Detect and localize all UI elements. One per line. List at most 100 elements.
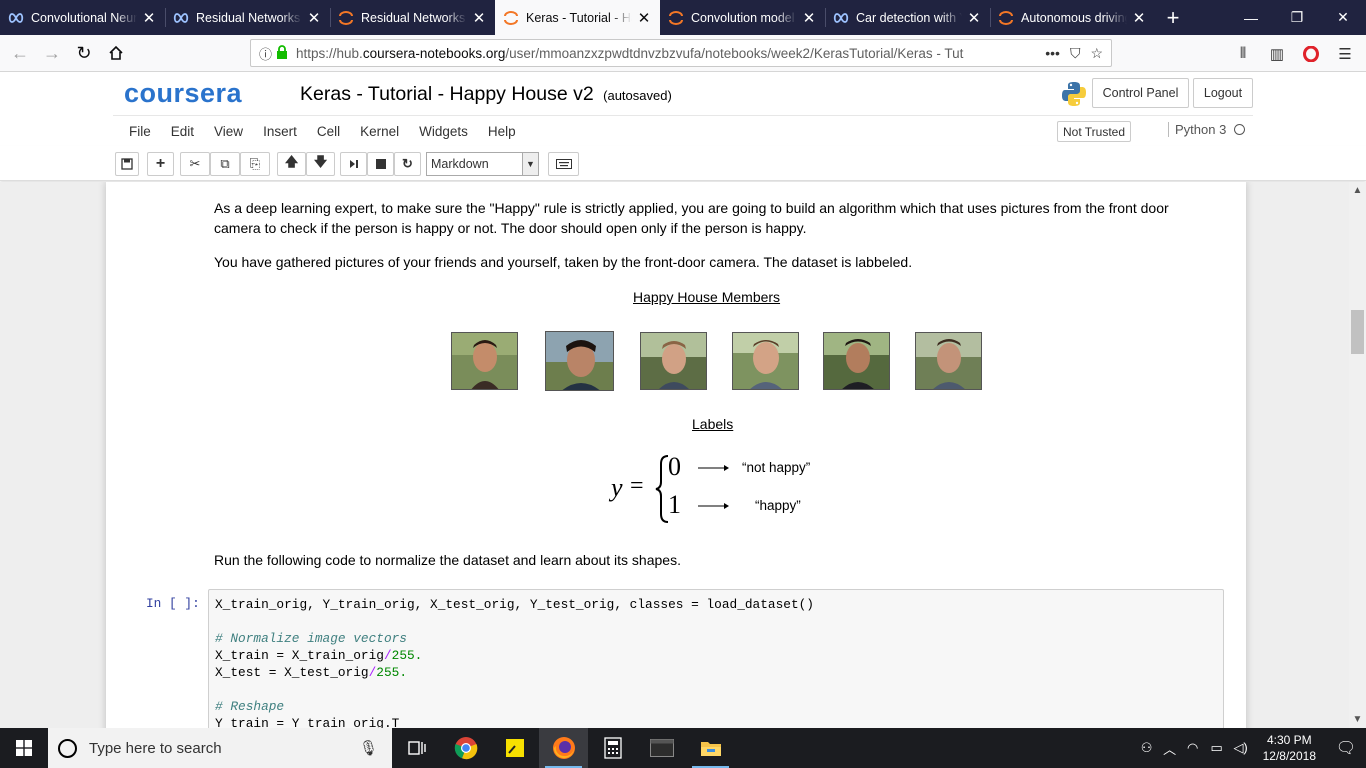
home-icon[interactable] xyxy=(100,37,132,69)
close-window-icon[interactable]: ✕ xyxy=(1320,0,1366,35)
logout-button[interactable]: Logout xyxy=(1193,78,1253,108)
scrollbar-thumb[interactable] xyxy=(1351,310,1364,354)
face-photo xyxy=(732,332,799,390)
close-icon[interactable]: ✕ xyxy=(306,9,322,27)
not-trusted-badge[interactable]: Not Trusted xyxy=(1057,121,1132,142)
notebook-area: As a deep learning expert, to make sure … xyxy=(0,182,1349,728)
stop-icon[interactable] xyxy=(367,152,394,176)
equation-equals: = xyxy=(630,473,644,499)
browser-tab[interactable]: Car detection with YOLO ✕ xyxy=(825,0,990,35)
battery-icon[interactable]: ▭ xyxy=(1205,740,1229,756)
chrome-icon[interactable] xyxy=(441,728,490,768)
opera-icon[interactable] xyxy=(1296,39,1326,69)
arrow-icon xyxy=(698,465,729,471)
firefox-icon[interactable] xyxy=(539,728,588,768)
notebook-title[interactable]: Keras - Tutorial - Happy House v2 (autos… xyxy=(300,83,672,106)
taskbar-apps xyxy=(392,728,735,768)
sticky-notes-icon[interactable] xyxy=(490,728,539,768)
python-logo-icon xyxy=(1060,80,1088,111)
menu-edit[interactable]: Edit xyxy=(161,124,204,139)
minimize-icon[interactable]: — xyxy=(1228,0,1274,35)
copy-icon[interactable]: ⧉ xyxy=(210,152,240,176)
browser-tab[interactable]: Residual Networks - v2 ✕ xyxy=(330,0,495,35)
search-placeholder: Type here to search xyxy=(89,739,222,757)
library-icon[interactable]: ⫴ xyxy=(1228,39,1258,69)
back-arrow-icon[interactable]: ← xyxy=(4,37,36,69)
windows-taskbar: Type here to search 🎙 ⚇ ︿ ◠ ▭ ◁) 4:30 PM… xyxy=(0,728,1366,768)
code-cell[interactable]: X_train_orig, Y_train_orig, X_test_orig,… xyxy=(208,589,1224,728)
face-photo xyxy=(451,332,518,390)
browser-tab[interactable]: Convolution model - Application ✕ xyxy=(660,0,825,35)
notifications-icon[interactable]: 🗨 xyxy=(1326,738,1366,758)
paste-icon[interactable]: ⎘ xyxy=(240,152,270,176)
menu-help[interactable]: Help xyxy=(478,124,526,139)
cell-type-select[interactable]: Markdown ▼ xyxy=(426,152,539,176)
menu-view[interactable]: View xyxy=(204,124,253,139)
people-icon[interactable]: ⚇ xyxy=(1135,740,1159,756)
menu-insert[interactable]: Insert xyxy=(253,124,307,139)
close-icon[interactable]: ✕ xyxy=(636,9,652,27)
close-icon[interactable]: ✕ xyxy=(1131,9,1147,27)
calculator-icon[interactable] xyxy=(588,728,637,768)
browser-tab[interactable]: Convolutional Neural Networks ✕ xyxy=(0,0,165,35)
kernel-name: Python 3 xyxy=(1175,122,1227,137)
save-icon[interactable] xyxy=(115,152,139,176)
move-up-icon[interactable]: 🡅 xyxy=(277,152,306,176)
code-comment: # Reshape xyxy=(215,699,285,714)
forward-arrow-icon[interactable]: → xyxy=(36,37,68,69)
page-scrollbar[interactable]: ▲ ▼ xyxy=(1349,182,1366,728)
coursera-logo[interactable]: coursera xyxy=(124,78,242,109)
jupyter-icon xyxy=(503,10,519,26)
file-explorer-icon[interactable] xyxy=(686,728,735,768)
more-actions-icon[interactable]: ••• xyxy=(1045,45,1060,62)
coursera-infinity-icon xyxy=(8,10,24,26)
microphone-icon[interactable]: 🎙 xyxy=(359,739,378,757)
markdown-paragraph: As a deep learning expert, to make sure … xyxy=(214,200,1169,236)
cut-icon[interactable]: ✂ xyxy=(180,152,210,176)
browser-tab[interactable]: Residual Networks | Coursera ✕ xyxy=(165,0,330,35)
close-icon[interactable]: ✕ xyxy=(966,9,982,27)
control-panel-button[interactable]: Control Panel xyxy=(1092,78,1189,108)
new-tab-button[interactable]: + xyxy=(1155,0,1191,35)
browser-tab-active[interactable]: Keras - Tutorial - Happy House v2 ✕ xyxy=(495,0,660,35)
volume-icon[interactable]: ◁) xyxy=(1229,740,1253,756)
equation-zero: 0 xyxy=(668,452,681,481)
close-icon[interactable]: ✕ xyxy=(141,9,157,27)
windows-start-icon[interactable] xyxy=(0,728,48,768)
menu-kernel[interactable]: Kernel xyxy=(350,124,409,139)
pocket-icon[interactable]: ⛉ xyxy=(1070,45,1081,62)
menu-cell[interactable]: Cell xyxy=(307,124,350,139)
cortana-icon xyxy=(58,738,77,758)
url-bar[interactable]: ⓘ https://hub.coursera-notebooks.org/use… xyxy=(250,39,1112,67)
chevron-up-icon[interactable]: ︿ xyxy=(1159,739,1181,758)
close-icon[interactable]: ✕ xyxy=(801,9,817,27)
terminal-icon[interactable] xyxy=(637,728,686,768)
clock[interactable]: 4:30 PM 12/8/2018 xyxy=(1253,732,1326,764)
insert-cell-icon[interactable]: + xyxy=(147,152,174,176)
tab-title: Convolutional Neural Networks xyxy=(31,10,137,25)
menu-widgets[interactable]: Widgets xyxy=(409,124,478,139)
autosave-status: (autosaved) xyxy=(603,88,672,103)
chevron-down-icon: ▼ xyxy=(522,153,538,175)
scroll-down-icon[interactable]: ▼ xyxy=(1349,711,1366,728)
keyboard-icon[interactable] xyxy=(548,152,579,176)
restore-icon[interactable]: ❐ xyxy=(1274,0,1320,35)
sidebar-icon[interactable]: ▥ xyxy=(1262,39,1292,69)
restart-icon[interactable]: ↻ xyxy=(394,152,421,176)
move-down-icon[interactable]: 🡇 xyxy=(306,152,335,176)
menu-file[interactable]: File xyxy=(119,124,161,139)
taskbar-search-box[interactable]: Type here to search 🎙 xyxy=(48,728,392,768)
run-icon[interactable] xyxy=(340,152,367,176)
close-icon[interactable]: ✕ xyxy=(471,9,487,27)
info-icon[interactable]: ⓘ xyxy=(259,44,272,63)
reload-icon[interactable]: ↻ xyxy=(68,37,100,69)
hamburger-menu-icon[interactable]: ☰ xyxy=(1330,39,1360,69)
arrow-icon xyxy=(698,503,729,509)
task-view-icon[interactable] xyxy=(392,728,441,768)
wifi-icon[interactable]: ◠ xyxy=(1181,740,1205,756)
star-icon[interactable]: ☆ xyxy=(1090,45,1103,62)
code-line: X_test = X_test_orig/255. xyxy=(215,665,407,680)
browser-tab-bar: Convolutional Neural Networks ✕ Residual… xyxy=(0,0,1366,35)
browser-tab[interactable]: Autonomous driving ✕ xyxy=(990,0,1155,35)
scroll-up-icon[interactable]: ▲ xyxy=(1349,182,1366,199)
